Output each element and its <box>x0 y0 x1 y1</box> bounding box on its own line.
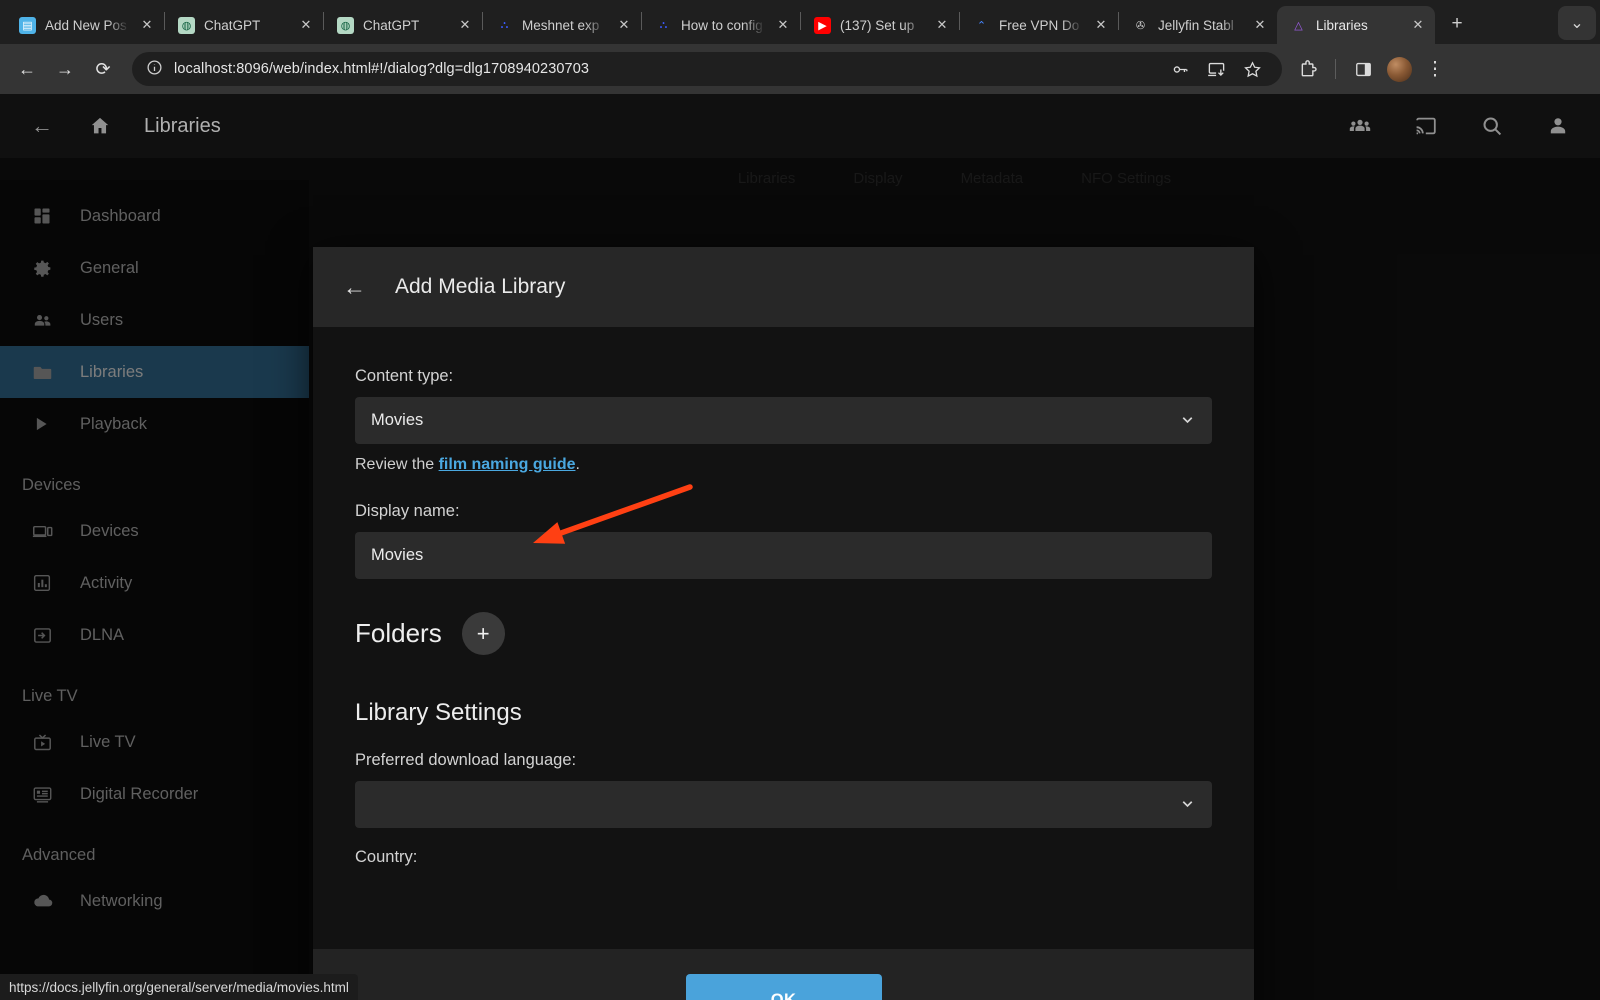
wordpress-icon: ▤ <box>19 17 36 34</box>
naming-guide-hint: Review the film naming guide. <box>355 456 1212 474</box>
tab-search-button[interactable]: ⌄ <box>1558 6 1596 40</box>
jellyfin-icon: △ <box>1290 17 1307 34</box>
tab-title: Free VPN Do <box>999 18 1083 33</box>
bookmark-star-icon[interactable] <box>1236 53 1268 85</box>
dialog-back-button[interactable]: ← <box>343 274 369 301</box>
reload-button[interactable]: ⟳ <box>86 52 120 86</box>
preferred-language-label: Preferred download language: <box>355 751 1212 770</box>
browser-tab[interactable]: ⛬ How to config ✕ <box>642 6 800 44</box>
tab-close-button[interactable]: ✕ <box>933 16 951 34</box>
tab-title: Meshnet exp <box>522 18 606 33</box>
tab-close-button[interactable]: ✕ <box>138 16 156 34</box>
youtube-icon: ▶ <box>814 17 831 34</box>
users-group-icon[interactable] <box>1340 106 1380 146</box>
profile-avatar[interactable] <box>1383 53 1415 85</box>
tab-close-button[interactable]: ✕ <box>456 16 474 34</box>
link-status-bar: https://docs.jellyfin.org/general/server… <box>0 974 358 1000</box>
chrome-menu-button[interactable]: ⋮ <box>1419 53 1451 85</box>
meshnet-icon: ⛬ <box>496 17 513 34</box>
hint-suffix: . <box>575 456 579 473</box>
status-url-text: https://docs.jellyfin.org/general/server… <box>9 980 349 995</box>
avatar <box>1387 57 1412 82</box>
chatgpt-icon: ◍ <box>337 17 354 34</box>
forward-button[interactable]: → <box>48 52 82 86</box>
folders-section-header: Folders + <box>355 612 1212 655</box>
add-folder-button[interactable]: + <box>462 612 505 655</box>
globe-icon: ✇ <box>1132 17 1149 34</box>
content-type-label: Content type: <box>355 367 1212 386</box>
jellyfin-app: ← Libraries <box>0 94 1600 1000</box>
cast-icon[interactable] <box>1406 106 1446 146</box>
tab-close-button[interactable]: ✕ <box>297 16 315 34</box>
tab-title: Libraries <box>1316 18 1400 33</box>
tab-title: ChatGPT <box>204 18 288 33</box>
jellyfin-body: LibrariesDisplayMetadataNFO Settings Das… <box>0 158 1600 1000</box>
browser-tab[interactable]: ✇ Jellyfin Stabl ✕ <box>1119 6 1277 44</box>
chevron-down-icon <box>1179 795 1196 815</box>
tab-close-button[interactable]: ✕ <box>1092 16 1110 34</box>
browser-tab[interactable]: ▤ Add New Pos ✕ <box>6 6 164 44</box>
country-label: Country: <box>355 848 1212 867</box>
new-tab-button[interactable]: + <box>1442 9 1472 39</box>
dialog-title: Add Media Library <box>395 275 565 299</box>
browser-toolbar: ← → ⟳ localhost:8096/web/index.html#!/di… <box>0 44 1600 94</box>
user-account-icon[interactable] <box>1538 106 1578 146</box>
display-name-label: Display name: <box>355 502 1212 521</box>
browser-tab[interactable]: ◍ ChatGPT ✕ <box>165 6 323 44</box>
app-back-button[interactable]: ← <box>22 106 62 146</box>
dialog-header: ← Add Media Library <box>313 247 1254 327</box>
preferred-language-select[interactable] <box>355 781 1212 828</box>
folders-title: Folders <box>355 618 442 649</box>
dialog-footer: OK <box>313 949 1254 1000</box>
tab-title: Add New Pos <box>45 18 129 33</box>
tab-title: How to config <box>681 18 765 33</box>
content-type-select[interactable]: Movies <box>355 397 1212 444</box>
browser-tab-strip: ▤ Add New Pos ✕ ◍ ChatGPT ✕ ◍ ChatGPT ✕ ⛬ Meshnet … <box>0 0 1600 44</box>
tab-title: ChatGPT <box>363 18 447 33</box>
toolbar-divider <box>1335 59 1336 79</box>
tab-close-button[interactable]: ✕ <box>1409 16 1427 34</box>
header-actions <box>1340 106 1578 146</box>
chrome-browser-window: ▤ Add New Pos ✕ ◍ ChatGPT ✕ ◍ ChatGPT ✕ ⛬ Meshnet … <box>0 0 1600 1000</box>
hint-prefix: Review the <box>355 456 439 473</box>
password-key-icon[interactable] <box>1164 53 1196 85</box>
extensions-puzzle-icon[interactable] <box>1292 53 1324 85</box>
dialog-content: Content type: Movies Review the film nam… <box>313 327 1254 949</box>
film-naming-guide-link[interactable]: film naming guide <box>439 456 576 473</box>
tab-close-button[interactable]: ✕ <box>1251 16 1269 34</box>
install-app-icon[interactable] <box>1200 53 1232 85</box>
browser-tab[interactable]: ◍ ChatGPT ✕ <box>324 6 482 44</box>
tab-close-button[interactable]: ✕ <box>774 16 792 34</box>
chatgpt-icon: ◍ <box>178 17 195 34</box>
site-info-icon[interactable] <box>146 59 163 80</box>
ok-button[interactable]: OK <box>686 974 882 1000</box>
tab-close-button[interactable]: ✕ <box>615 16 633 34</box>
nordvpn-icon: ⌃ <box>973 17 990 34</box>
browser-tab[interactable]: ⛬ Meshnet exp ✕ <box>483 6 641 44</box>
add-media-library-dialog: ← Add Media Library Content type: Movies… <box>313 247 1254 1000</box>
browser-tab[interactable]: ⌃ Free VPN Do ✕ <box>960 6 1118 44</box>
library-settings-title: Library Settings <box>355 699 1212 727</box>
tab-title: Jellyfin Stabl <box>1158 18 1242 33</box>
page-title: Libraries <box>144 115 221 138</box>
search-icon[interactable] <box>1472 106 1512 146</box>
jellyfin-header: ← Libraries <box>0 94 1600 158</box>
url-text: localhost:8096/web/index.html#!/dialog?d… <box>174 61 589 77</box>
meshnet-icon: ⛬ <box>655 17 672 34</box>
content-type-value: Movies <box>371 411 423 430</box>
address-bar[interactable]: localhost:8096/web/index.html#!/dialog?d… <box>132 52 1282 86</box>
display-name-value: Movies <box>371 546 423 565</box>
chevron-down-icon <box>1179 411 1196 431</box>
display-name-input[interactable]: Movies <box>355 532 1212 579</box>
tab-title: (137) Set up <box>840 18 924 33</box>
browser-tab[interactable]: ▶ (137) Set up ✕ <box>801 6 959 44</box>
home-icon[interactable] <box>80 106 120 146</box>
back-button[interactable]: ← <box>10 52 44 86</box>
side-panel-icon[interactable] <box>1347 53 1379 85</box>
browser-tab-active[interactable]: △ Libraries ✕ <box>1277 6 1435 44</box>
